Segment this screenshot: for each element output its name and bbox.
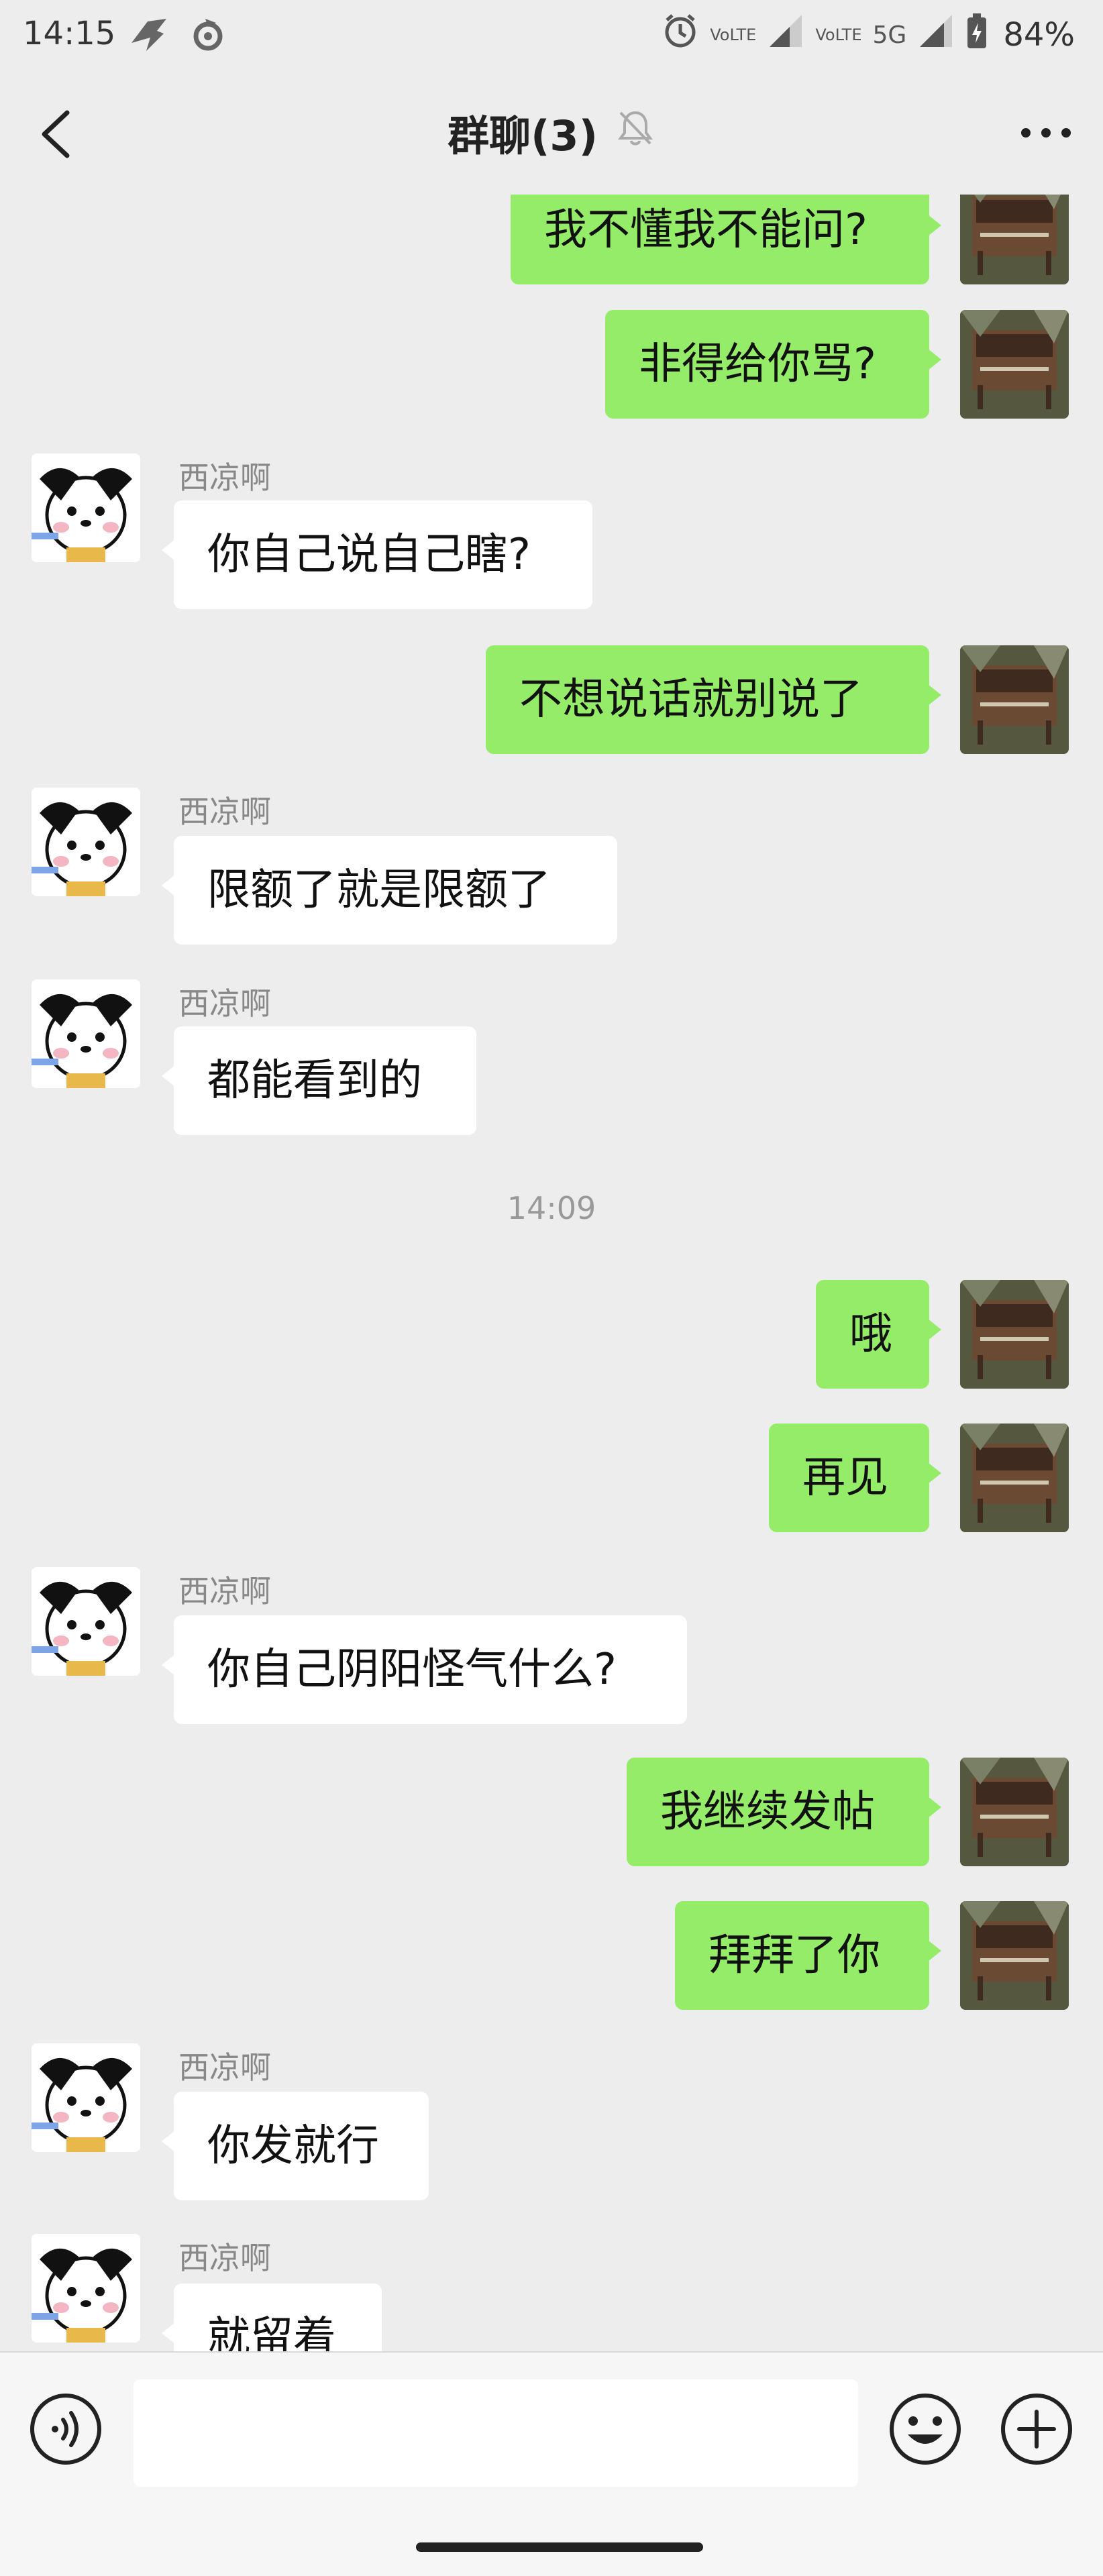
message-bubble-other[interactable]: 就留着 (162, 2284, 382, 2351)
message-input[interactable] (134, 2379, 858, 2487)
signal-icon-2 (917, 13, 955, 56)
voice-icon[interactable] (28, 2392, 103, 2467)
message-timestamp: 14:09 (507, 1190, 596, 1226)
battery-percent: 84% (1003, 16, 1075, 54)
chat-title-area: 群聊(3) (0, 102, 1103, 162)
avatar-other[interactable] (32, 788, 140, 896)
avatar-other[interactable] (32, 2234, 140, 2343)
message-bubble-self[interactable]: 不想说话就别说了 (486, 645, 941, 754)
status-time: 14:15 (23, 15, 116, 52)
message-bubble-self[interactable]: 拜拜了你 (675, 1901, 941, 2010)
input-bar (0, 2351, 1103, 2517)
message-bubble-other[interactable]: 都能看到的 (162, 1026, 476, 1135)
avatar-other[interactable] (32, 2043, 140, 2152)
message-bubble-self[interactable]: 我不懂我不能问? (511, 195, 941, 284)
message-bubble-self[interactable]: 非得给你骂? (605, 310, 941, 419)
sender-name: 西凉啊 (178, 985, 271, 1022)
avatar-self[interactable] (960, 1758, 1069, 1866)
avatar-self[interactable] (960, 645, 1069, 754)
avatar-other[interactable] (32, 979, 140, 1088)
alarm-icon (662, 12, 699, 58)
chat-message-list[interactable]: 我不懂我不能问? 非得给你骂? 西凉啊 你自己说自己瞎? 不想说话就别说了 西凉… (0, 195, 1103, 2351)
app-notification-icon (127, 16, 170, 62)
sender-name: 西凉啊 (178, 794, 271, 830)
volte-icon-1: VoLTE (710, 25, 757, 44)
message-bubble-other[interactable]: 你自己说自己瞎? (162, 500, 592, 609)
avatar-self[interactable] (960, 195, 1069, 284)
sender-name: 西凉啊 (178, 460, 271, 496)
avatar-self[interactable] (960, 1280, 1069, 1389)
message-bubble-self[interactable]: 我继续发帖 (627, 1758, 941, 1866)
chat-title: 群聊(3) (448, 111, 598, 160)
avatar-other[interactable] (32, 453, 140, 562)
battery-icon (965, 12, 988, 58)
avatar-self[interactable] (960, 1901, 1069, 2010)
message-bubble-self[interactable]: 再见 (769, 1424, 941, 1532)
sync-icon (189, 16, 227, 62)
more-dots-icon[interactable] (1016, 113, 1076, 153)
bell-off-icon (615, 107, 655, 158)
message-bubble-self[interactable]: 哦 (816, 1280, 941, 1389)
avatar-self[interactable] (960, 310, 1069, 419)
status-bar: 14:15 VoLTE VoLTE 5G 84% (0, 0, 1103, 67)
signal-icon-1 (767, 13, 804, 56)
emoji-icon[interactable] (888, 2392, 963, 2467)
plus-icon[interactable] (999, 2392, 1074, 2467)
avatar-other[interactable] (32, 1567, 140, 1676)
avatar-self[interactable] (960, 1424, 1069, 1532)
gesture-bar (0, 2516, 1103, 2576)
message-bubble-other[interactable]: 限额了就是限额了 (162, 836, 617, 945)
message-bubble-other[interactable]: 你自己阴阳怪气什么? (162, 1615, 687, 1724)
message-bubble-other[interactable]: 你发就行 (162, 2092, 429, 2200)
chat-header: 群聊(3) (0, 67, 1103, 195)
sender-name: 西凉啊 (178, 2049, 271, 2086)
volte-icon-2: VoLTE (815, 25, 862, 44)
home-indicator[interactable] (416, 2542, 703, 2552)
sender-name: 西凉啊 (178, 1573, 271, 1609)
sender-name: 西凉啊 (178, 2240, 271, 2276)
network-type-label: 5G (872, 21, 907, 49)
